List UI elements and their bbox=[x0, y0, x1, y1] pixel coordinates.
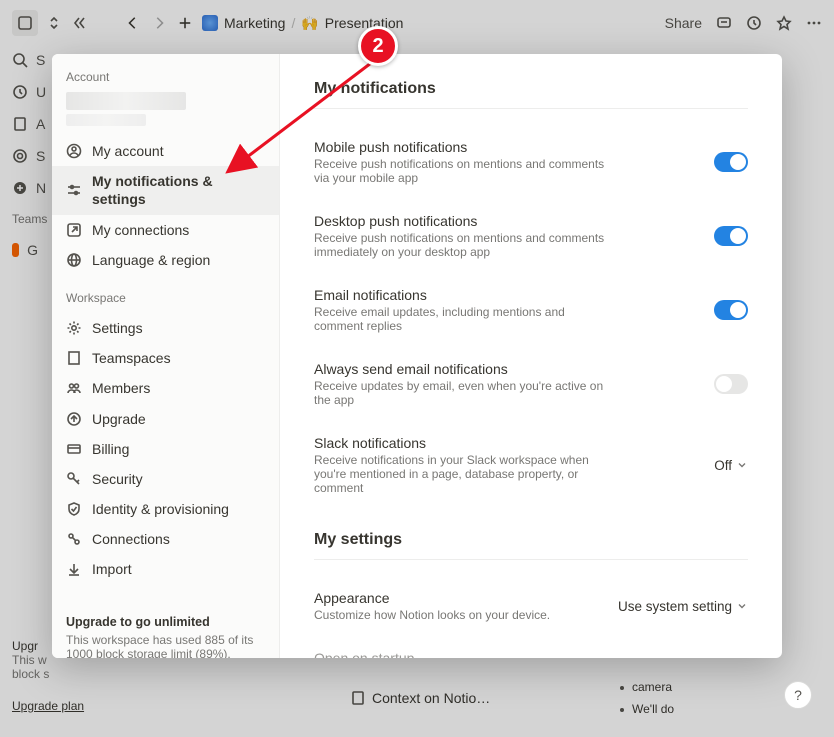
people-icon bbox=[66, 380, 82, 396]
toggle-mobile-push[interactable] bbox=[714, 152, 748, 172]
nav-settings[interactable]: Settings bbox=[52, 313, 279, 343]
opt-appearance: Appearance Customize how Notion looks on… bbox=[314, 580, 748, 640]
globe-icon bbox=[66, 252, 82, 268]
toggle-always-email[interactable] bbox=[714, 374, 748, 394]
opt-email-notif: Email notifications Receive email update… bbox=[314, 277, 748, 351]
gear-icon bbox=[66, 320, 82, 336]
nav-my-account[interactable]: My account bbox=[52, 136, 279, 166]
opt-desktop-push: Desktop push notifications Receive push … bbox=[314, 203, 748, 277]
settings-modal: Account My account My notifications & se… bbox=[52, 54, 782, 658]
arrow-up-circle-icon bbox=[66, 411, 82, 427]
nav-language-region[interactable]: Language & region bbox=[52, 245, 279, 275]
opt-slack-notif: Slack notifications Receive notification… bbox=[314, 425, 748, 513]
upgrade-body: This workspace has used 885 of its 1000 … bbox=[66, 633, 265, 658]
account-email-placeholder bbox=[66, 114, 146, 126]
toggle-email-notif[interactable] bbox=[714, 300, 748, 320]
settings-sidebar: Account My account My notifications & se… bbox=[52, 54, 280, 658]
nav-security[interactable]: Security bbox=[52, 464, 279, 494]
plug-icon bbox=[66, 531, 82, 547]
shield-check-icon bbox=[66, 501, 82, 517]
nav-upgrade[interactable]: Upgrade bbox=[52, 404, 279, 434]
section-account-label: Account bbox=[52, 66, 279, 92]
heading-my-settings: My settings bbox=[314, 531, 748, 560]
section-workspace-label: Workspace bbox=[52, 287, 279, 313]
nav-billing[interactable]: Billing bbox=[52, 434, 279, 464]
nav-my-notifications-settings[interactable]: My notifications & settings bbox=[52, 166, 279, 214]
account-name-placeholder bbox=[66, 92, 186, 110]
nav-my-connections[interactable]: My connections bbox=[52, 215, 279, 245]
upgrade-title: Upgrade to go unlimited bbox=[66, 615, 265, 629]
nav-members[interactable]: Members bbox=[52, 373, 279, 403]
arrow-out-icon bbox=[66, 222, 82, 238]
building-icon bbox=[66, 350, 82, 366]
toggle-desktop-push[interactable] bbox=[714, 226, 748, 246]
upgrade-box: Upgrade to go unlimited This workspace h… bbox=[52, 605, 279, 658]
heading-my-notifications: My notifications bbox=[314, 80, 748, 109]
account-identity bbox=[52, 92, 279, 136]
settings-content: My notifications Mobile push notificatio… bbox=[280, 54, 782, 658]
help-button[interactable]: ? bbox=[784, 681, 812, 709]
card-icon bbox=[66, 441, 82, 457]
nav-connections[interactable]: Connections bbox=[52, 524, 279, 554]
select-slack-notif[interactable]: Off bbox=[714, 458, 748, 473]
nav-teamspaces[interactable]: Teamspaces bbox=[52, 343, 279, 373]
select-appearance[interactable]: Use system setting bbox=[618, 599, 748, 614]
download-icon bbox=[66, 562, 82, 578]
sliders-icon bbox=[66, 182, 82, 198]
opt-always-email: Always send email notifications Receive … bbox=[314, 351, 748, 425]
nav-import[interactable]: Import bbox=[52, 554, 279, 584]
user-circle-icon bbox=[66, 143, 82, 159]
opt-open-startup: Open on startup bbox=[314, 640, 748, 658]
key-icon bbox=[66, 471, 82, 487]
nav-identity-provisioning[interactable]: Identity & provisioning bbox=[52, 494, 279, 524]
opt-mobile-push: Mobile push notifications Receive push n… bbox=[314, 129, 748, 203]
